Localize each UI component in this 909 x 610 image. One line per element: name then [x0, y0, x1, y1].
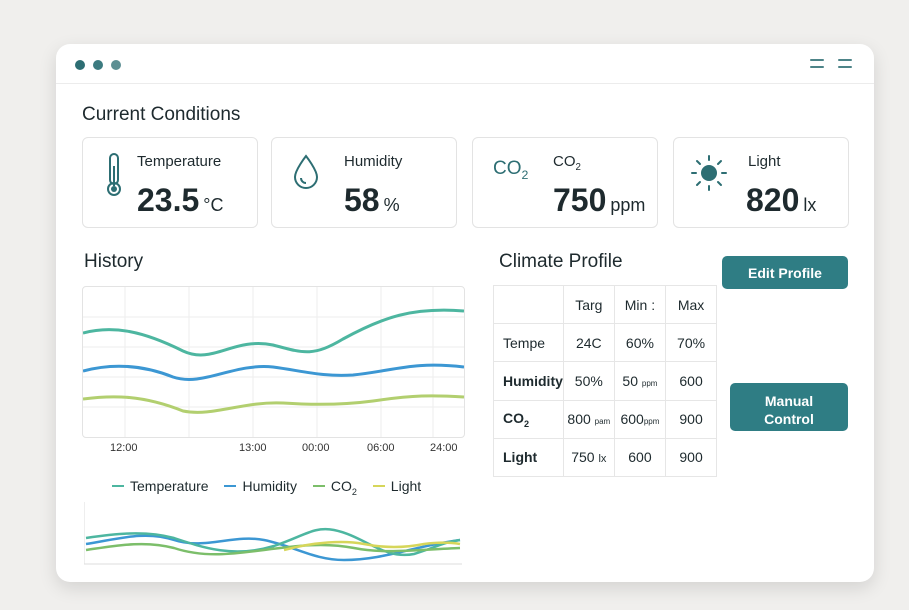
table-header-row: Targ Min : Max: [493, 284, 717, 325]
light-label: Light: [748, 153, 781, 170]
table-cell-min: 50 ppm: [613, 361, 667, 401]
history-chart: [82, 286, 465, 438]
table-row-label: CO2: [493, 399, 564, 439]
humidity-label: Humidity: [344, 153, 403, 170]
legend-swatch: [112, 485, 124, 488]
temperature-card: Temperature 23.5 °C: [82, 137, 258, 228]
sun-icon: [691, 155, 727, 191]
table-cell-max: 600: [665, 361, 717, 401]
table-cell-min: 60%: [613, 323, 667, 363]
co2-label: CO2: [553, 153, 581, 173]
table-cell-max: 900: [665, 399, 717, 439]
edit-profile-button[interactable]: Edit Profile: [722, 256, 848, 289]
humidity-value: 58%: [344, 182, 400, 218]
table-cell-min: 600ppm: [613, 399, 667, 439]
temperature-value: 23.5 °C: [137, 182, 224, 218]
temperature-label: Temperature: [137, 153, 222, 170]
table-cell-max: 900: [665, 437, 717, 478]
mini-history-chart: [84, 502, 462, 565]
x-tick-label: 06:00: [367, 442, 395, 454]
table-header-cell: [493, 284, 564, 325]
light-card: Light 820 lx: [673, 137, 849, 228]
window-dot-close[interactable]: [75, 60, 85, 70]
x-tick-label: 12:00: [110, 442, 138, 454]
co2-card: CO2 CO2 750 ppm: [472, 137, 658, 228]
table-row-label: Humidity: [493, 361, 564, 401]
manual-control-button[interactable]: Manual Control: [730, 383, 848, 431]
legend-item-temperature[interactable]: Temperature: [112, 478, 209, 494]
table-row: Tempe 24C 60% 70%: [493, 323, 717, 363]
x-tick-label: 00:00: [302, 442, 330, 454]
table-cell-target: 800 pam: [562, 399, 615, 439]
x-tick-label: 13:00: [239, 442, 267, 454]
legend-swatch: [224, 485, 237, 488]
title-bar: [56, 44, 874, 84]
climate-profile-title: Climate Profile: [499, 251, 623, 272]
legend-item-light[interactable]: Light: [372, 478, 421, 494]
table-row: Light 750 lx 600 900: [493, 437, 717, 478]
table-row: CO2 800 pam 600ppm 900: [493, 399, 717, 439]
thermometer-icon: [107, 153, 121, 196]
hamburger-icon-secondary[interactable]: [838, 59, 852, 69]
legend-item-humidity[interactable]: Humidity: [224, 478, 297, 494]
climate-profile-table: Targ Min : Max Tempe 24C 60% 70% Humidit…: [493, 284, 717, 478]
table-cell-target: 24C: [562, 323, 615, 363]
table-cell-max: 70%: [665, 323, 717, 363]
table-header-cell: Min :: [613, 284, 667, 325]
chart-grid: [83, 287, 464, 437]
history-title: History: [84, 251, 144, 272]
window-dot-maximize[interactable]: [111, 60, 121, 70]
light-value: 820 lx: [746, 182, 817, 218]
co2-value: 750 ppm: [553, 182, 646, 218]
table-cell-target: 750 lx: [562, 437, 615, 478]
app-window: Current Conditions Temperature 23.5 °C Hu…: [56, 44, 874, 582]
legend-item-co2[interactable]: CO2: [312, 478, 357, 497]
legend-swatch: [312, 485, 325, 488]
hamburger-icon[interactable]: [810, 59, 824, 69]
co2-series-line: [82, 394, 465, 414]
window-dot-minimize[interactable]: [93, 60, 103, 70]
history-chart-plot: [82, 287, 465, 437]
table-cell-min: 600: [613, 437, 667, 478]
droplet-icon: [293, 154, 319, 189]
table-row-label: Tempe: [493, 323, 564, 363]
table-row: Humidity 50% 50 ppm 600: [493, 361, 717, 401]
chart-legend: Temperature Humidity CO2 Light: [112, 478, 433, 497]
table-header-cell: Targ: [562, 284, 615, 325]
table-row-label: Light: [493, 437, 564, 478]
humidity-card: Humidity 58%: [271, 137, 457, 228]
x-tick-label: 24:00: [430, 442, 458, 454]
co2-icon: CO2: [493, 158, 529, 182]
legend-swatch: [372, 485, 385, 488]
current-conditions-title: Current Conditions: [82, 104, 241, 125]
table-cell-target: 50%: [562, 361, 615, 401]
table-header-cell: Max: [665, 284, 717, 325]
